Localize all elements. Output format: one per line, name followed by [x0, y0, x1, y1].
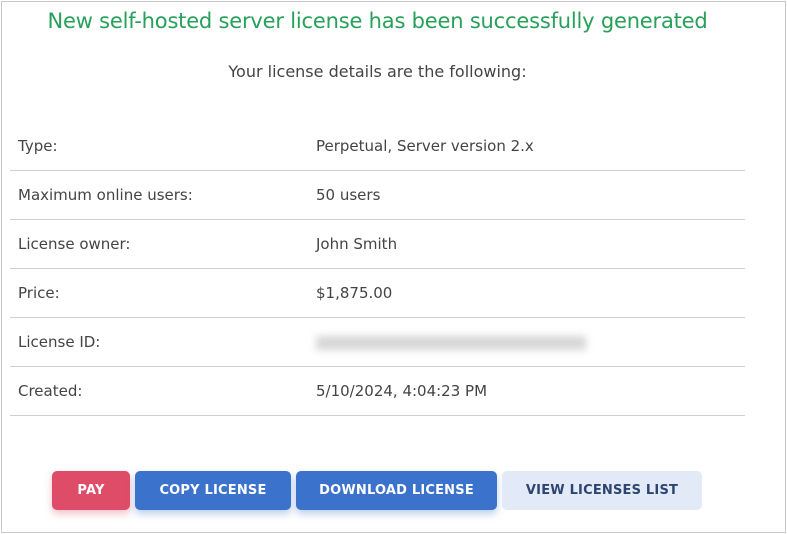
detail-label: Type:	[18, 137, 58, 155]
detail-label: Price:	[18, 284, 60, 302]
detail-row-price: Price: $1,875.00	[10, 269, 745, 318]
pay-button[interactable]: PAY	[52, 471, 130, 510]
license-details-table: Type: Perpetual, Server version 2.x Maxim…	[10, 122, 745, 416]
detail-row-license-id: License ID:	[10, 318, 745, 367]
detail-label: License owner:	[18, 235, 131, 253]
license-id-blurred	[316, 333, 586, 354]
view-licenses-list-button[interactable]: VIEW LICENSES LIST	[502, 471, 702, 510]
detail-row-created: Created: 5/10/2024, 4:04:23 PM	[10, 367, 745, 416]
detail-row-owner: License owner: John Smith	[10, 220, 745, 269]
detail-row-type: Type: Perpetual, Server version 2.x	[10, 122, 745, 171]
copy-license-button[interactable]: COPY LICENSE	[135, 471, 291, 510]
detail-value: Perpetual, Server version 2.x	[316, 137, 534, 155]
detail-label: Created:	[18, 382, 83, 400]
detail-label: License ID:	[18, 333, 101, 351]
download-license-button[interactable]: DOWNLOAD LICENSE	[296, 471, 497, 510]
detail-row-max-users: Maximum online users: 50 users	[10, 171, 745, 220]
detail-value: 5/10/2024, 4:04:23 PM	[316, 382, 488, 400]
detail-label: Maximum online users:	[18, 186, 193, 204]
detail-value: $1,875.00	[316, 284, 393, 302]
detail-value: 50 users	[316, 186, 381, 204]
page-title: New self-hosted server license has been …	[47, 9, 708, 33]
detail-value: John Smith	[316, 235, 398, 253]
page-subtitle: Your license details are the following:	[228, 62, 527, 81]
